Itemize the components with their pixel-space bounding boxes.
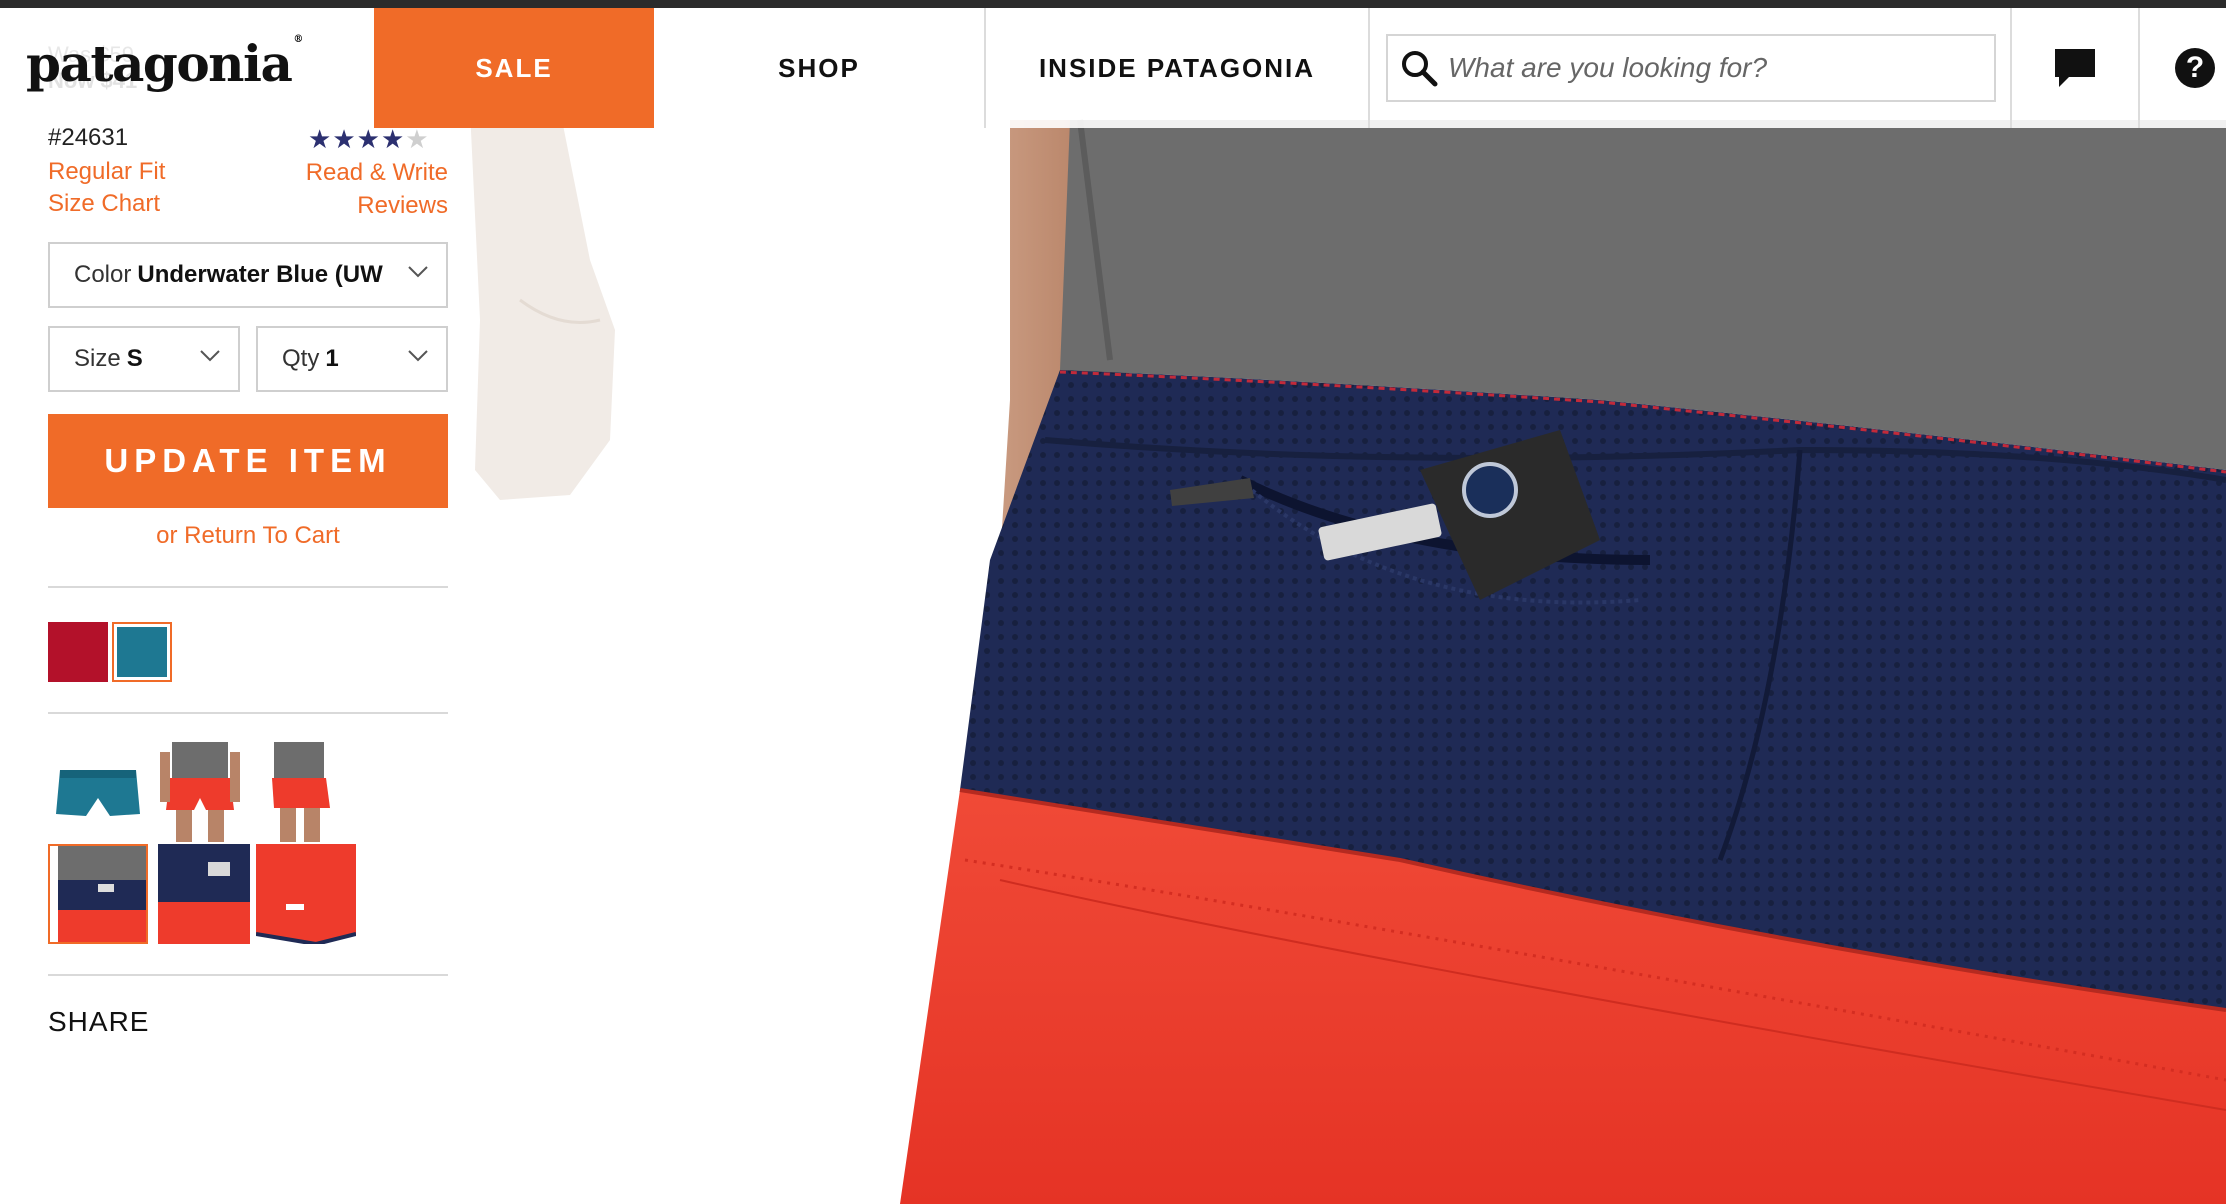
qty-label: Qty [282,345,320,372]
nav-inside-patagonia[interactable]: INSIDE PATAGONIA [984,8,1370,128]
chevron-down-icon [408,266,428,278]
search-box[interactable] [1386,34,1996,102]
star-icon: ★ [356,124,381,154]
thumbnail-image [158,844,250,944]
product-panel: #24631 ★★★★★ Regular Fit Size Chart Read… [0,120,460,1204]
qty-value: 1 [325,345,339,372]
nav-shop[interactable]: SHOP [654,8,984,128]
thumbnail-model-side[interactable] [250,742,350,842]
swatch-underwater-blue[interactable] [112,622,172,682]
size-chart-link[interactable]: Size Chart [48,190,160,218]
regular-fit-link[interactable]: Regular Fit [48,158,165,186]
thumbnail-pocket-detail[interactable] [48,844,148,944]
divider [48,586,448,588]
thumbnail-image [150,742,250,842]
thumbnail-image [50,846,146,942]
chevron-down-icon [408,350,428,362]
quantity-select[interactable]: Qty 1 [256,326,448,392]
help-button[interactable]: ? [2138,8,2226,128]
star-empty-icon: ★ [405,124,430,154]
size-select[interactable]: Size S [48,326,240,392]
chat-button[interactable] [2010,8,2138,128]
search-icon[interactable] [1400,49,1438,87]
divider [48,712,448,714]
star-icon: ★ [380,124,406,154]
chat-bubble-icon [2055,49,2095,87]
logo-registered-mark: ® [293,34,303,45]
size-value: S [126,345,143,372]
chevron-down-icon [200,350,220,362]
reviews-link[interactable]: Read & Write Reviews [248,156,448,222]
update-item-button[interactable]: UPDATE ITEM [48,414,448,508]
logo-text: patagonia [26,34,293,93]
search-input[interactable] [1448,52,1968,84]
divider [48,974,448,976]
rating-stars[interactable]: ★★★★★ [308,124,430,155]
share-label[interactable]: SHARE [48,1006,149,1038]
star-icon: ★ [332,124,357,154]
patagonia-logo[interactable]: patagonia ® [26,34,303,93]
size-label: Size [74,345,121,372]
product-sku: #24631 [48,124,129,151]
site-header: Was $59 Now $41 patagonia ® SALE SHOP INS… [0,8,2226,128]
swatch-red[interactable] [48,622,108,682]
color-select[interactable]: Color Underwater Blue (UW [48,242,448,308]
top-bar [0,0,2226,8]
thumbnail-image [256,844,356,944]
color-value: Underwater Blue (UW [137,261,383,288]
star-icon: ★ [308,124,333,154]
thumbnail-model-front[interactable] [150,742,250,842]
thumbnail-image [250,742,350,842]
thumbnail-front-flat[interactable] [48,742,148,842]
thumbnail-leg-opening[interactable] [256,844,356,944]
help-icon: ? [2175,48,2215,88]
nav-sale[interactable]: SALE [374,8,654,128]
thumbnail-image [48,742,148,842]
color-label: Color [74,261,132,288]
thumbnail-waistband[interactable] [158,844,258,944]
return-to-cart-link[interactable]: or Return To Cart [48,522,448,550]
